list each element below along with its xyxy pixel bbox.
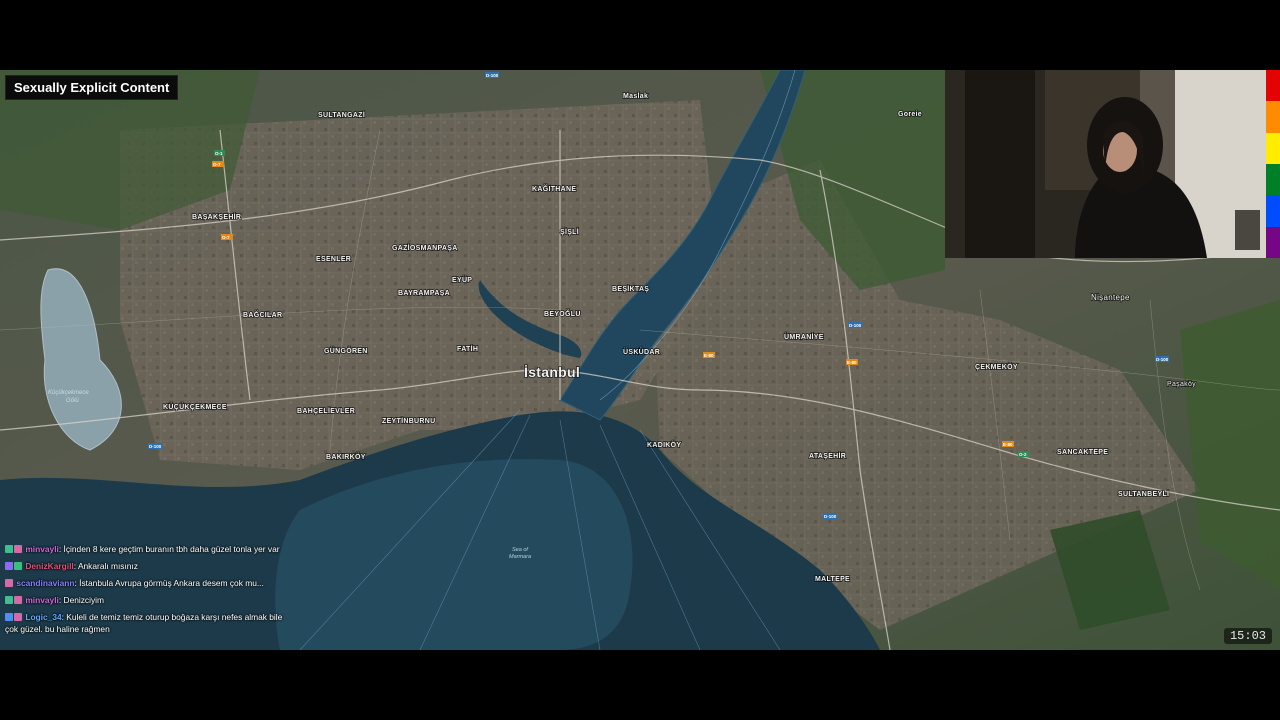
chat-message: minvayli: Denizciyim xyxy=(5,595,295,607)
chat-badges xyxy=(5,579,14,590)
label-maltepe: MALTEPE xyxy=(815,576,850,583)
chat-message: DenizKargill: Ankaralı mısınız xyxy=(5,561,295,573)
stream-clock: 15:03 xyxy=(1223,628,1272,644)
chat-username[interactable]: DenizKargill xyxy=(25,561,73,571)
chat-message: Logic_34: Kuleli de temiz temiz oturup b… xyxy=(5,612,283,634)
label-atasehir: ATAŞEHİR xyxy=(809,452,846,460)
label-sultanbeyli: SULTANBEYLİ xyxy=(1118,490,1169,498)
label-esenler: ESENLER xyxy=(316,256,351,263)
svg-text:O-1: O-1 xyxy=(215,151,223,156)
label-bakirkoy: BAKIRKÖY xyxy=(326,452,366,461)
chat-username[interactable]: Logic_34 xyxy=(25,612,61,622)
label-sea-2: Marmara xyxy=(509,554,531,560)
svg-text:D-100: D-100 xyxy=(1156,357,1169,362)
chat-badges xyxy=(5,562,23,573)
chat-text: Denizciyim xyxy=(63,595,105,605)
chat-badge-icon xyxy=(5,545,13,553)
rainbow-bar xyxy=(1266,70,1280,258)
chat-badge-icon xyxy=(14,545,22,553)
rainbow-stripe xyxy=(1266,70,1280,102)
svg-text:E-80: E-80 xyxy=(847,360,857,365)
svg-text:D-100: D-100 xyxy=(824,514,837,519)
label-maslak: Maslak xyxy=(623,93,648,100)
label-pasakoy: Paşaköy xyxy=(1167,381,1196,388)
svg-text:E-80: E-80 xyxy=(1003,442,1013,447)
label-gaziosmanpasa: GAZİOSMANPAŞA xyxy=(392,244,458,252)
rainbow-stripe xyxy=(1266,132,1280,164)
label-eyup: EYÜP xyxy=(452,275,472,284)
chat-username[interactable]: scandinaviann xyxy=(16,578,74,588)
chat-badges xyxy=(5,613,23,624)
chat-message: minvayli: İçinden 8 kere geçtim buranın … xyxy=(5,544,295,556)
label-gungoren: GÜNGÖREN xyxy=(324,346,368,355)
svg-text:D-100: D-100 xyxy=(486,73,499,78)
chat-username[interactable]: minvayli xyxy=(25,544,59,554)
rainbow-stripe xyxy=(1266,226,1280,258)
svg-text:O-7: O-7 xyxy=(222,235,230,240)
rainbow-stripe xyxy=(1266,101,1280,133)
label-bagcilar: BAĞCILAR xyxy=(243,310,282,319)
label-bahcelievler: BAHÇELİEVLER xyxy=(297,407,355,415)
label-fatih: FATİH xyxy=(457,345,478,353)
chat-overlay: minvayli: İçinden 8 kere geçtim buranın … xyxy=(5,544,295,640)
chat-badge-icon xyxy=(5,579,13,587)
chat-badge-icon xyxy=(14,562,22,570)
label-umraniye: ÜMRANİYE xyxy=(784,332,824,341)
chat-badge-icon xyxy=(14,613,22,621)
svg-text:D-100: D-100 xyxy=(849,323,862,328)
label-lake-2: Gölü xyxy=(66,398,79,404)
label-beyoglu: BEYOĞLU xyxy=(544,309,581,318)
label-lake-1: Küçükçekmece xyxy=(48,390,89,396)
label-kucukcekmece: KÜÇÜKÇEKMECE xyxy=(163,402,227,411)
label-sultangazi: SULTANGAZİ xyxy=(318,111,365,119)
chat-username[interactable]: minvayli xyxy=(25,595,59,605)
chat-message: scandinaviann: İstanbula Avrupa görmüş A… xyxy=(5,578,295,590)
rainbow-stripe xyxy=(1266,163,1280,196)
chat-badge-icon xyxy=(5,596,13,604)
chat-badge-icon xyxy=(5,613,13,621)
chat-badges xyxy=(5,545,23,556)
chat-text: İstanbula Avrupa görmüş Ankara desem çok… xyxy=(79,578,264,588)
svg-text:D-100: D-100 xyxy=(149,444,162,449)
label-zeytinburnu: ZEYTİNBURNU xyxy=(382,417,435,425)
label-uskudar: ÜSKÜDAR xyxy=(623,347,660,356)
label-sea-1: Sea of xyxy=(512,547,528,553)
label-besiktas: BEŞİKTAŞ xyxy=(612,285,649,293)
chat-text: İçinden 8 kere geçtim buranın tbh daha g… xyxy=(63,544,280,554)
chat-badge-icon xyxy=(14,596,22,604)
label-kadikoy: KADIKÖY xyxy=(647,440,681,449)
chat-badges xyxy=(5,596,23,607)
label-bayrampasa: BAYRAMPAŞA xyxy=(398,290,450,297)
svg-text:O-7: O-7 xyxy=(213,162,221,167)
label-kagithane: KAĞITHANE xyxy=(532,184,576,193)
label-basaksehir: BAŞAKŞEHİR xyxy=(192,213,241,221)
rainbow-stripe xyxy=(1266,195,1280,227)
chat-badge-icon xyxy=(5,562,13,570)
webcam-image xyxy=(945,70,1268,258)
content-warning-label: Sexually Explicit Content xyxy=(5,75,179,100)
label-nisantepe: Nişantepe xyxy=(1091,293,1130,302)
webcam-overlay xyxy=(945,70,1268,258)
label-cekmekoy: ÇEKMEKÖY xyxy=(975,362,1018,371)
svg-text:E-80: E-80 xyxy=(704,353,714,358)
label-goreie: Goreie xyxy=(898,111,922,118)
label-sisli: ŞİŞLİ xyxy=(560,228,579,236)
label-istanbul: İstanbul xyxy=(524,364,580,380)
label-sancaktepe: SANCAKTEPE xyxy=(1057,449,1108,456)
chat-text: Ankaralı mısınız xyxy=(77,561,138,571)
svg-text:O-2: O-2 xyxy=(1019,452,1027,457)
